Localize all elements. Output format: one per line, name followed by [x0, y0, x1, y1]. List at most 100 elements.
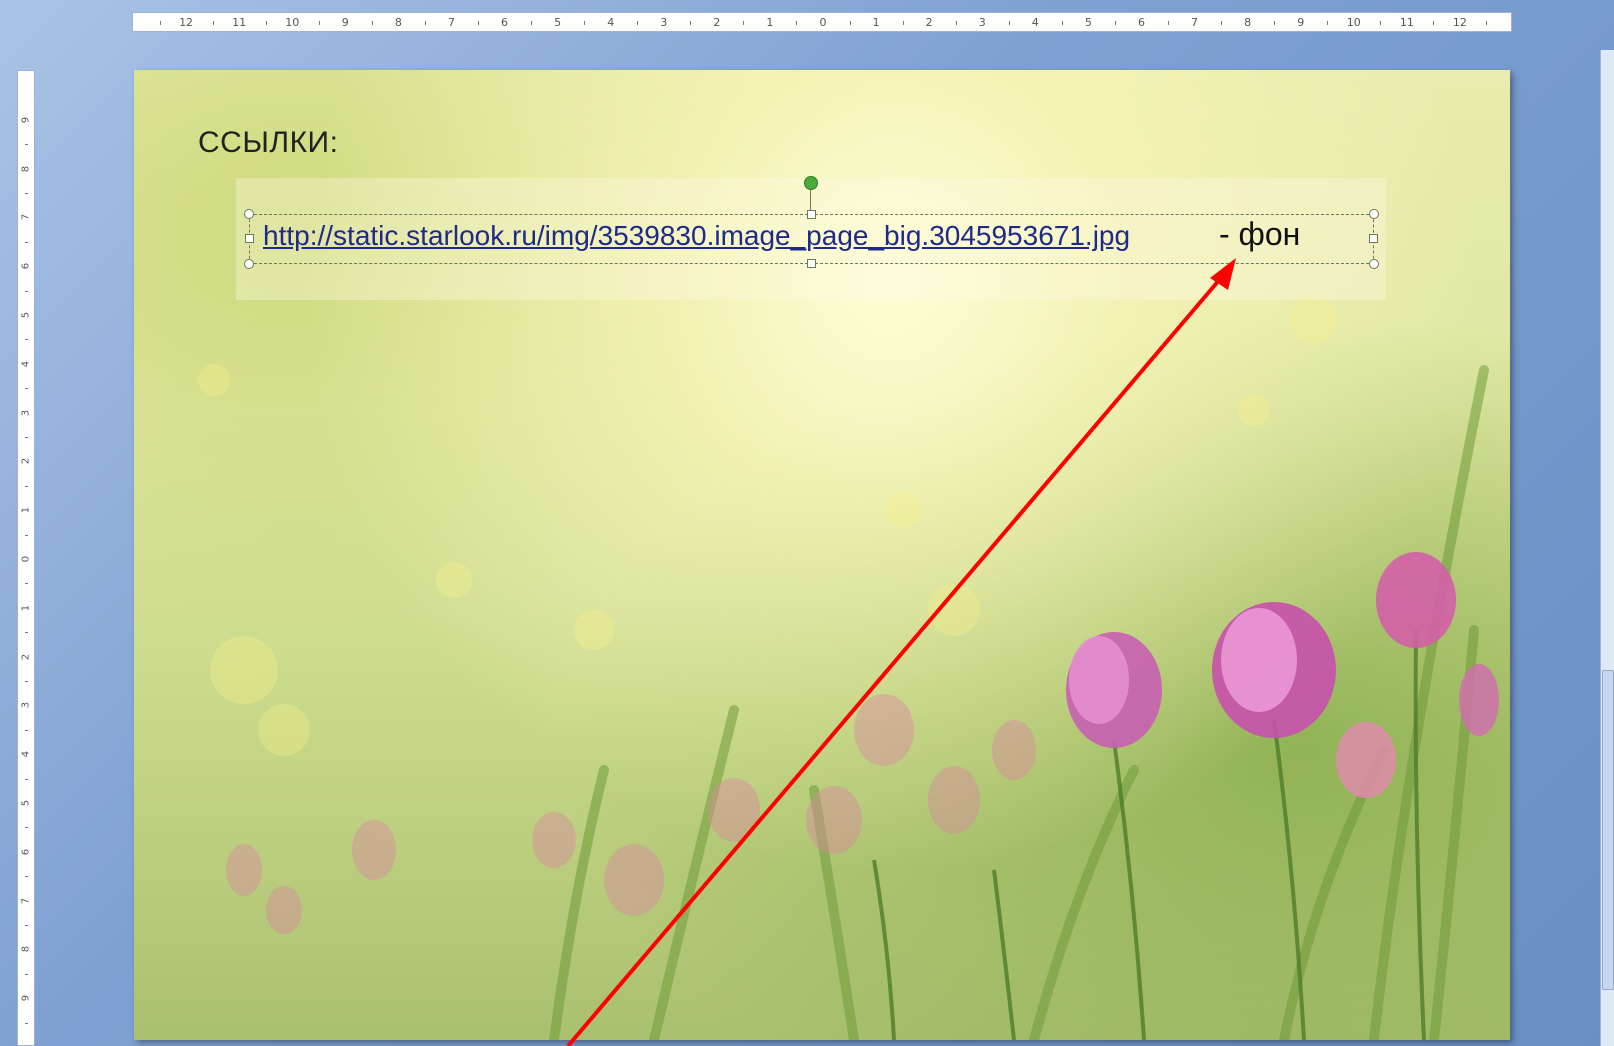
resize-handle-bottom-right[interactable]: [1369, 259, 1379, 269]
slide-canvas[interactable]: ССЫЛКИ: http://static.starlook.ru/img/35…: [134, 70, 1510, 1040]
ruler-mark: [1061, 21, 1063, 25]
ruler-label: 6: [1137, 16, 1145, 29]
ruler-label: 4: [20, 751, 32, 758]
ruler-mark: [743, 21, 745, 25]
ruler-mark: [1168, 21, 1169, 25]
ruler-label: 7: [20, 897, 32, 904]
ruler-mark: [25, 925, 28, 926]
ruler-label: 6: [20, 263, 32, 270]
ruler-mark: [1114, 21, 1116, 25]
ruler-label: 8: [20, 165, 32, 172]
slide-title[interactable]: ССЫЛКИ:: [198, 126, 338, 160]
ruler-mark: [25, 290, 28, 292]
resize-handle-right[interactable]: [1369, 234, 1378, 243]
ruler-mark: [25, 778, 28, 780]
ruler-label: 10: [1346, 16, 1361, 29]
ruler-mark: [25, 827, 28, 829]
ruler-label: 1: [20, 507, 32, 514]
ruler-label: 3: [20, 409, 32, 416]
ruler-mark: [25, 973, 28, 975]
ruler-label: 9: [20, 995, 32, 1002]
resize-handle-top-right[interactable]: [1369, 209, 1379, 219]
ruler-label: 9: [1297, 16, 1305, 29]
ruler-label: 7: [1191, 16, 1199, 29]
ruler-label: 2: [20, 653, 32, 660]
ruler-mark: [955, 21, 957, 25]
ruler-label: 6: [501, 16, 509, 29]
ruler-label: 9: [341, 16, 349, 29]
ruler-label: 2: [925, 16, 933, 29]
ruler-label: 3: [20, 702, 32, 709]
ruler-mark: [25, 485, 28, 487]
ruler-mark: [849, 21, 851, 25]
ruler-mark: [25, 144, 28, 146]
resize-handle-left[interactable]: [245, 234, 254, 243]
ruler-label: 5: [1084, 16, 1092, 29]
ruler-label: 0: [20, 555, 32, 563]
ruler-label: 7: [447, 16, 455, 29]
vertical-scrollbar[interactable]: [1600, 50, 1614, 1046]
ruler-mark: [25, 632, 28, 634]
ruler-mark: [25, 437, 28, 438]
resize-handle-bottom-left[interactable]: [244, 259, 254, 269]
link-description: - фон: [1219, 216, 1301, 252]
ruler-label: 1: [872, 16, 880, 29]
ruler-mark: [1327, 21, 1329, 25]
rotate-handle[interactable]: [804, 176, 818, 190]
ruler-label: 2: [713, 16, 721, 29]
ruler-mark: [584, 21, 586, 25]
ruler-mark: [1274, 21, 1276, 25]
ruler-label: 1: [20, 604, 32, 611]
ruler-mark: [25, 729, 28, 731]
ruler-label: 5: [20, 311, 32, 319]
ruler-mark: [25, 388, 28, 390]
ruler-label: 10: [285, 16, 300, 29]
vertical-ruler[interactable]: 9 8 7 6 5 4 3 2 1 0 1 2 3 4 5 6 7 8 9: [17, 70, 35, 1046]
ruler-label: 8: [394, 16, 402, 29]
ruler-label: 5: [554, 16, 562, 29]
ruler-label: 6: [20, 848, 32, 855]
ruler-label: 9: [20, 116, 32, 123]
ruler-mark: [424, 21, 426, 25]
resize-handle-top[interactable]: [807, 210, 816, 219]
ruler-mark: [25, 583, 28, 585]
ruler-label: 12: [179, 16, 194, 29]
resize-handle-bottom[interactable]: [807, 259, 816, 268]
ruler-mark: [1008, 21, 1010, 25]
ruler-label: 11: [1399, 16, 1414, 29]
ruler-mark: [265, 21, 267, 25]
ruler-mark: [25, 681, 28, 682]
ruler-mark: [25, 193, 28, 194]
ruler-label: 0: [819, 16, 827, 29]
ruler-label: 8: [20, 946, 32, 953]
ruler-mark: [1433, 21, 1435, 25]
ruler-label: 4: [607, 16, 615, 29]
ruler-mark: [902, 21, 904, 25]
scrollbar-thumb[interactable]: [1602, 670, 1614, 990]
ruler-label: 7: [20, 214, 32, 221]
horizontal-ruler[interactable]: 12 11 10 9 8 7 6 5 4 3 2 1 0 1 2 3 4 5 6 7 8 9 10 11 12: [132, 12, 1512, 32]
ruler-label: 11: [232, 16, 247, 29]
ruler-mark: [478, 21, 479, 25]
ruler-mark: [25, 339, 28, 341]
ruler-mark: [690, 21, 692, 25]
ruler-label: 3: [978, 16, 986, 29]
ruler-label: 1: [766, 16, 774, 29]
ruler-mark: [25, 876, 28, 878]
ruler-mark: [318, 21, 320, 25]
ruler-mark: [212, 21, 214, 25]
ruler-mark: [159, 21, 161, 25]
ruler-mark: [25, 534, 28, 536]
hyperlink[interactable]: http://static.starlook.ru/img/3539830.im…: [263, 220, 1130, 252]
ruler-mark: [25, 241, 28, 243]
ruler-label: 8: [1244, 16, 1252, 29]
ruler-label: 4: [1031, 16, 1039, 29]
ruler-mark: [1486, 21, 1488, 25]
ruler-label: 3: [660, 16, 668, 29]
resize-handle-top-left[interactable]: [244, 209, 254, 219]
ruler-mark: [1380, 21, 1382, 25]
ruler-mark: [371, 21, 373, 25]
ruler-mark: [637, 21, 639, 25]
ruler-mark: [531, 21, 533, 25]
ruler-mark: [796, 21, 798, 25]
